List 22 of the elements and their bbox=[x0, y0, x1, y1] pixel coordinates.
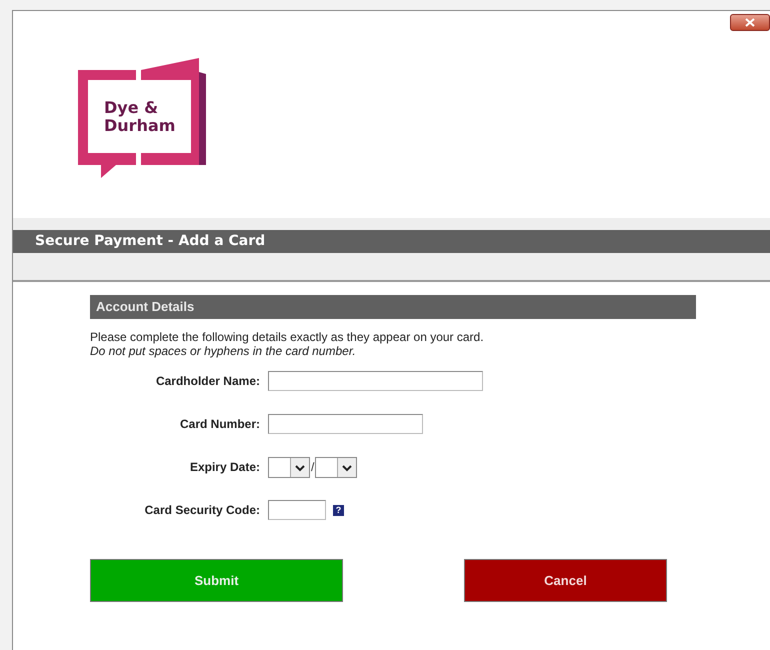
month-dropdown[interactable] bbox=[268, 456, 310, 478]
field-label: Card Number: bbox=[178, 417, 261, 431]
year-dropdown[interactable] bbox=[315, 456, 358, 478]
field-label: Expiry Date: bbox=[188, 460, 261, 474]
logo-text: Dye & bbox=[104, 99, 160, 117]
security-code-field[interactable] bbox=[268, 500, 326, 520]
field-label: Card Security Code: bbox=[144, 503, 261, 517]
logo-text: Durham bbox=[104, 117, 176, 135]
close-icon bbox=[745, 18, 755, 27]
page-title: Secure Payment - Add a Card bbox=[13, 230, 770, 253]
instructions-text: Please complete the following details exactly as they appear on your card. bbox=[90, 330, 485, 344]
close-button[interactable] bbox=[730, 14, 770, 31]
cancel-button[interactable]: Cancel bbox=[464, 559, 667, 602]
date-separator: / bbox=[311, 460, 314, 474]
field-label: Cardholder Name: bbox=[154, 374, 261, 388]
section-header: Account Details bbox=[90, 295, 696, 319]
card-number-field[interactable] bbox=[268, 414, 423, 434]
name-field[interactable] bbox=[268, 371, 483, 391]
help-icon[interactable]: ? bbox=[333, 504, 344, 516]
chevron-down-icon bbox=[337, 458, 356, 476]
note-text: Do not put spaces or hyphens in the card number. bbox=[90, 344, 357, 358]
chevron-down-icon bbox=[290, 458, 309, 476]
